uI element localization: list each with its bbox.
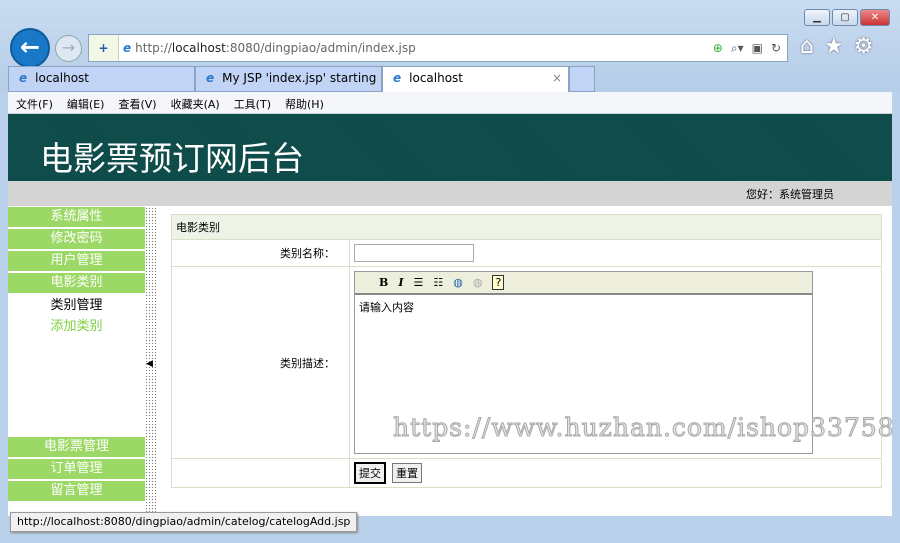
- search-icon[interactable]: ⌕▾: [731, 41, 744, 56]
- shield-icon[interactable]: +: [89, 35, 119, 61]
- tab-label: My JSP 'index.jsp' starting ...: [222, 71, 382, 85]
- sidebar-item-system[interactable]: 系统属性: [8, 207, 145, 227]
- tab-label: localhost: [409, 71, 464, 85]
- reset-button[interactable]: 重置: [392, 463, 422, 483]
- submit-button[interactable]: 提交: [354, 462, 386, 484]
- desc-label: 类别描述：: [171, 266, 350, 459]
- italic-button[interactable]: I: [398, 276, 403, 289]
- menu-favorites[interactable]: 收藏夹(A): [171, 96, 220, 111]
- minimize-button[interactable]: ▁: [804, 9, 830, 26]
- sidebar-item-categories[interactable]: 电影类别: [8, 273, 145, 293]
- ordered-list-icon[interactable]: ☰: [413, 276, 423, 289]
- gear-icon[interactable]: ⚙: [854, 34, 874, 59]
- tab-index-jsp[interactable]: e My JSP 'index.jsp' starting ...: [195, 66, 382, 92]
- collapse-arrow-icon[interactable]: ◀: [146, 359, 153, 369]
- help-icon[interactable]: ?: [492, 275, 505, 290]
- watermark: https://www.huzhan.com/ishop33758: [393, 413, 895, 443]
- ie-icon: e: [393, 71, 402, 85]
- tab-localhost-1[interactable]: e localhost: [8, 66, 195, 92]
- sidebar-item-orders[interactable]: 订单管理: [8, 459, 145, 479]
- editor-content[interactable]: 请输入内容: [355, 295, 812, 319]
- sidebar-item-tickets[interactable]: 电影票管理: [8, 437, 145, 457]
- url-prefix: http://: [135, 41, 172, 55]
- sidebar-splitter[interactable]: ◀: [145, 207, 157, 516]
- url-rest: :8080/dingpiao/admin/index.jsp: [225, 41, 416, 55]
- sidebar-item-users[interactable]: 用户管理: [8, 251, 145, 271]
- sidebar-sub-add[interactable]: 添加类别: [8, 316, 145, 337]
- menu-view[interactable]: 查看(V): [118, 96, 156, 111]
- menu-help[interactable]: 帮助(H): [285, 96, 324, 111]
- window-controls: ▁ ▢ ✕: [804, 9, 890, 26]
- menu-file[interactable]: 文件(F): [16, 96, 53, 111]
- name-label: 类别名称：: [171, 239, 350, 267]
- page-content: 电影票预订网后台 您好：系统管理员 系统属性 修改密码 用户管理 电影类别 类别…: [8, 114, 892, 516]
- link-icon[interactable]: ◍: [453, 276, 463, 289]
- menu-edit[interactable]: 编辑(E): [67, 96, 105, 111]
- ie-icon: e: [123, 41, 132, 55]
- new-tab-button[interactable]: [569, 66, 595, 92]
- sidebar-item-password[interactable]: 修改密码: [8, 229, 145, 249]
- address-bar[interactable]: + e http://localhost:8080/dingpiao/admin…: [88, 34, 788, 62]
- home-icon[interactable]: ⌂: [800, 34, 814, 59]
- ie-icon: e: [19, 71, 28, 85]
- compat-icon[interactable]: ▣: [752, 41, 763, 56]
- sidebar-item-messages[interactable]: 留言管理: [8, 481, 145, 501]
- menu-tools[interactable]: 工具(T): [234, 96, 271, 111]
- unordered-list-icon[interactable]: ☷: [433, 276, 443, 289]
- category-form: 电影类别 类别名称： 类别描述： B I ☰ ☷ ◍ ◍ ? 请输入内容 提交重…: [171, 214, 882, 488]
- tab-localhost-active[interactable]: e localhost ×: [382, 66, 569, 92]
- status-url-tooltip: http://localhost:8080/dingpiao/admin/cat…: [10, 512, 358, 532]
- browser-chrome: ▁ ▢ ✕ ← → + e http://localhost:8080/ding…: [0, 0, 900, 92]
- unlink-icon[interactable]: ◍: [473, 276, 483, 289]
- back-button[interactable]: ←: [10, 28, 50, 68]
- close-button[interactable]: ✕: [860, 9, 890, 26]
- site-title: 电影票预订网后台: [8, 114, 892, 181]
- sidebar: 系统属性 修改密码 用户管理 电影类别 类别管理 添加类别 电影票管理 订单管理…: [8, 207, 145, 516]
- ie-icon: e: [206, 71, 215, 85]
- forward-button[interactable]: →: [55, 35, 82, 62]
- addon-icon[interactable]: ⊕: [713, 41, 723, 56]
- maximize-button[interactable]: ▢: [832, 9, 858, 26]
- menu-bar: 文件(F) 编辑(E) 查看(V) 收藏夹(A) 工具(T) 帮助(H): [8, 92, 892, 114]
- form-caption: 电影类别: [171, 214, 882, 240]
- tab-close-icon[interactable]: ×: [552, 71, 562, 88]
- category-name-input[interactable]: [354, 244, 474, 262]
- editor-toolbar: B I ☰ ☷ ◍ ◍ ?: [355, 272, 812, 295]
- favorites-star-icon[interactable]: ★: [824, 34, 844, 59]
- tab-label: localhost: [35, 71, 90, 85]
- sidebar-sub-manage[interactable]: 类别管理: [8, 295, 145, 316]
- refresh-icon[interactable]: ↻: [771, 41, 781, 56]
- bold-button[interactable]: B: [379, 276, 388, 289]
- url-host: localhost: [171, 41, 226, 55]
- greeting: 您好：系统管理员: [8, 181, 892, 206]
